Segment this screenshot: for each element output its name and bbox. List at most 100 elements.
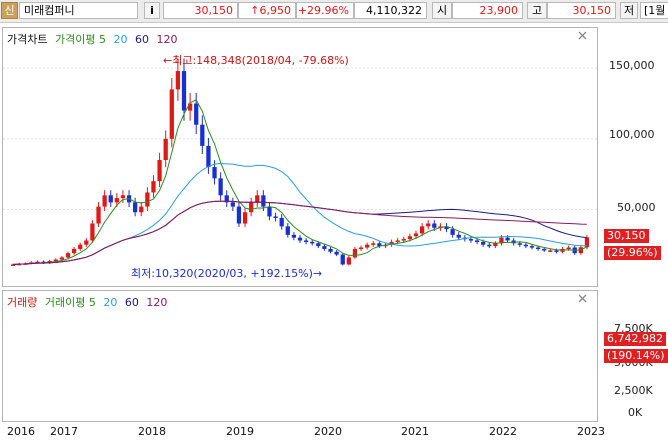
low-annotation: 최저:10,320(2020/03, +192.15%)→	[131, 265, 322, 281]
price-candle	[487, 244, 492, 247]
price-candle	[468, 239, 474, 241]
price-candle	[358, 247, 364, 250]
close-icon[interactable]	[578, 294, 587, 303]
xaxis-tick: 2019	[226, 425, 254, 438]
annotation-arrow: →	[312, 267, 323, 280]
current-volume-box: 6,742,982	[604, 332, 666, 346]
price-candle	[255, 195, 260, 203]
volume-ytick: 2,500K	[614, 384, 653, 397]
price-candle	[346, 257, 351, 265]
price-candle	[303, 240, 309, 242]
price-candle	[426, 223, 431, 227]
price-candle	[139, 206, 144, 213]
price-candle	[163, 138, 168, 160]
price-candle	[71, 248, 77, 254]
price-candle	[395, 240, 400, 242]
current-price-box: 30,150	[604, 229, 649, 243]
price-candle	[456, 234, 461, 238]
high-annotation-text: 최고:148,348(2018/04, -79.68%)	[172, 54, 349, 67]
legend-vma5: 거래이평 5	[44, 296, 96, 309]
price-candle	[151, 181, 156, 193]
price-candle	[542, 248, 547, 251]
price-candle	[316, 243, 321, 247]
price-candle	[206, 145, 211, 168]
legend-volume-title: 거래량	[7, 296, 38, 309]
price-candle	[535, 247, 541, 250]
price-ytick: 150,000	[609, 59, 655, 72]
xaxis-tick: 2016	[7, 425, 35, 438]
price-candle	[145, 192, 150, 207]
volume-percent-box: (190.14%)	[604, 349, 668, 363]
high-annotation: ←최고:148,348(2018/04, -79.68%)	[163, 52, 349, 68]
price-candle	[96, 206, 101, 224]
price-candle	[322, 246, 327, 249]
price-candle	[169, 89, 174, 139]
price-candle	[419, 226, 425, 234]
price-candle	[297, 237, 303, 241]
price-candle	[200, 124, 205, 146]
price-candle	[481, 241, 486, 245]
price-candle	[413, 233, 419, 237]
price-candle	[267, 206, 272, 217]
price-candle	[517, 243, 522, 245]
price-candle	[365, 244, 370, 248]
price-candle	[218, 178, 223, 196]
price-candle	[407, 236, 413, 240]
price-candle	[108, 195, 113, 203]
price-candle	[554, 250, 559, 252]
price-candle	[59, 257, 65, 260]
annotation-arrow: ←	[163, 54, 173, 67]
legend-vma120: 120	[146, 296, 168, 309]
price-candle	[523, 244, 529, 247]
price-candle	[474, 240, 480, 242]
price-candle	[371, 243, 376, 245]
current-percent-box: (29.96%)	[604, 246, 661, 260]
price-candle	[285, 226, 290, 235]
price-candle	[157, 160, 162, 182]
price-candle	[505, 237, 510, 241]
low-annotation-text: 최저:10,320(2020/03, +192.15%)	[131, 267, 313, 280]
price-candle	[261, 195, 266, 207]
xaxis-tick: 2018	[138, 425, 166, 438]
xaxis-tick: 2017	[50, 425, 78, 438]
price-candle	[401, 239, 406, 241]
price-candle	[310, 241, 315, 244]
price-candle	[450, 229, 455, 235]
price-candle	[194, 103, 199, 125]
legend-vma20: 20	[103, 296, 118, 309]
price-candle	[236, 206, 242, 224]
price-candle	[242, 212, 248, 224]
price-candle	[529, 246, 535, 248]
price-candle	[334, 251, 339, 255]
price-candle	[65, 253, 71, 258]
price-candle	[273, 216, 278, 218]
xaxis-tick: 2020	[314, 425, 342, 438]
price-candle	[133, 202, 138, 213]
price-candle	[102, 195, 107, 207]
xaxis-tick: 2021	[401, 425, 429, 438]
price-candle	[548, 250, 553, 252]
price-candle	[352, 248, 358, 258]
price-candle	[328, 248, 333, 252]
price-candle	[230, 202, 235, 207]
price-candle	[78, 244, 83, 249]
volume-ytick: 0K	[628, 406, 643, 419]
price-candle	[432, 223, 437, 228]
price-candle	[90, 223, 95, 241]
price-candle	[84, 240, 89, 245]
price-candle	[120, 195, 126, 199]
price-ytick: 100,000	[609, 128, 655, 141]
price-candle	[114, 198, 119, 203]
price-ytick: 50,000	[617, 201, 656, 214]
price-candle	[175, 71, 181, 90]
price-candle	[249, 202, 254, 213]
price-candle	[212, 167, 217, 179]
legend-vma60: 60	[124, 296, 139, 309]
price-candle	[291, 234, 297, 238]
price-candle	[279, 217, 284, 227]
price-candle	[566, 247, 571, 250]
price-candle	[181, 71, 187, 111]
price-candle	[340, 254, 345, 265]
xaxis-tick: 2022	[489, 425, 517, 438]
volume-legend: 거래량 거래이평 5 20 60 120	[7, 294, 171, 310]
